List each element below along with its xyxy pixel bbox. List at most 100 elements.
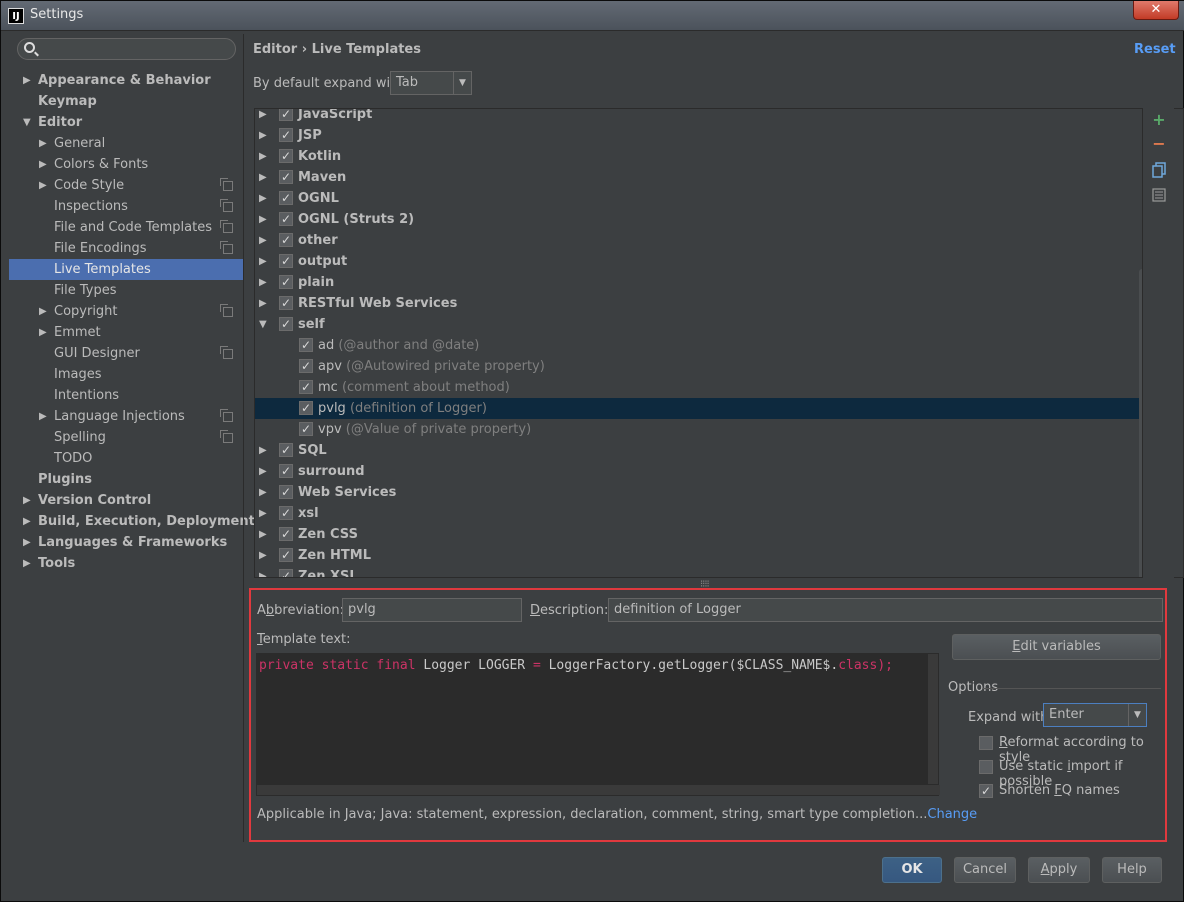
group-checkbox[interactable]: ✓ — [279, 128, 293, 142]
cancel-button[interactable]: Cancel — [954, 857, 1016, 883]
collapsed-arrow-icon[interactable]: ▶ — [259, 146, 267, 167]
close-window-button[interactable]: ✕ — [1133, 1, 1179, 20]
template-checkbox[interactable]: ✓ — [299, 380, 313, 394]
expanded-arrow-icon[interactable]: ▼ — [23, 112, 31, 133]
sidebar-item-gui-designer[interactable]: GUI Designer — [9, 343, 243, 364]
sidebar-item-copyright[interactable]: ▶ Copyright — [9, 301, 243, 322]
group-checkbox[interactable]: ✓ — [279, 233, 293, 247]
template-group[interactable]: ▶ ✓ xsl — [255, 503, 1141, 524]
template-group[interactable]: ▶ ✓ JSP — [255, 125, 1141, 146]
collapsed-arrow-icon[interactable]: ▶ — [259, 524, 267, 545]
template-group[interactable]: ▶ ✓ Maven — [255, 167, 1141, 188]
group-checkbox[interactable]: ✓ — [279, 317, 293, 331]
sidebar-item-appearance-behavior[interactable]: ▶ Appearance & Behavior — [9, 70, 243, 91]
edit-variables-button[interactable]: Edit variables — [952, 634, 1161, 660]
collapsed-arrow-icon[interactable]: ▶ — [259, 461, 267, 482]
collapsed-arrow-icon[interactable]: ▶ — [23, 532, 31, 553]
group-checkbox[interactable]: ✓ — [279, 170, 293, 184]
abbreviation-input[interactable]: pvlg — [342, 598, 522, 622]
shorten-fq-checkbox[interactable]: ✓ — [979, 784, 993, 798]
collapsed-arrow-icon[interactable]: ▶ — [259, 209, 267, 230]
template-group[interactable]: ▶ ✓ RESTful Web Services — [255, 293, 1141, 314]
sidebar-item-general[interactable]: ▶ General — [9, 133, 243, 154]
template-group[interactable]: ▶ ✓ SQL — [255, 440, 1141, 461]
template-group[interactable]: ▶ ✓ Zen HTML — [255, 545, 1141, 566]
group-checkbox[interactable]: ✓ — [279, 212, 293, 226]
sidebar-item-editor[interactable]: ▼ Editor — [9, 112, 243, 133]
help-button[interactable]: Help — [1102, 857, 1162, 883]
collapsed-arrow-icon[interactable]: ▶ — [23, 490, 31, 511]
group-checkbox[interactable]: ✓ — [279, 464, 293, 478]
collapsed-arrow-icon[interactable]: ▶ — [259, 440, 267, 461]
sidebar-item-emmet[interactable]: ▶ Emmet — [9, 322, 243, 343]
group-checkbox[interactable]: ✓ — [279, 254, 293, 268]
template-group[interactable]: ▶ ✓ JavaScript — [255, 109, 1141, 125]
editor-vertical-scrollbar[interactable] — [928, 654, 938, 784]
template-group[interactable]: ▶ ✓ Zen XSL — [255, 566, 1141, 577]
template-group[interactable]: ▶ ✓ Kotlin — [255, 146, 1141, 167]
template-item[interactable]: ✓ mc (comment about method) — [255, 377, 1141, 398]
group-checkbox[interactable]: ✓ — [279, 548, 293, 562]
template-checkbox[interactable]: ✓ — [299, 359, 313, 373]
collapsed-arrow-icon[interactable]: ▶ — [259, 167, 267, 188]
template-checkbox[interactable]: ✓ — [299, 338, 313, 352]
collapsed-arrow-icon[interactable]: ▶ — [39, 175, 47, 196]
template-text-editor[interactable]: private static final Logger LOGGER = Log… — [256, 653, 940, 796]
change-context-link[interactable]: Change — [927, 807, 977, 822]
sidebar-item-spelling[interactable]: Spelling — [9, 427, 243, 448]
add-icon[interactable]: + — [1151, 112, 1167, 128]
template-checkbox[interactable]: ✓ — [299, 422, 313, 436]
template-item[interactable]: ✓ pvlg (definition of Logger) — [255, 398, 1141, 419]
group-checkbox[interactable]: ✓ — [279, 109, 293, 121]
expanded-arrow-icon[interactable]: ▼ — [259, 314, 267, 335]
title-bar[interactable]: IJ Settings ✕ — [1, 1, 1184, 31]
template-item[interactable]: ✓ ad (@author and @date) — [255, 335, 1141, 356]
sidebar-item-language-injections[interactable]: ▶ Language Injections — [9, 406, 243, 427]
sidebar-item-build-execution-deployment[interactable]: ▶ Build, Execution, Deployment — [9, 511, 255, 532]
collapsed-arrow-icon[interactable]: ▶ — [259, 230, 267, 251]
apply-button[interactable]: Apply — [1028, 857, 1090, 883]
collapsed-arrow-icon[interactable]: ▶ — [39, 301, 47, 322]
collapsed-arrow-icon[interactable]: ▶ — [259, 293, 267, 314]
template-group[interactable]: ▶ ✓ surround — [255, 461, 1141, 482]
description-input[interactable]: definition of Logger — [608, 598, 1163, 622]
reformat-checkbox[interactable] — [979, 736, 993, 750]
template-checkbox[interactable]: ✓ — [299, 401, 313, 415]
group-checkbox[interactable]: ✓ — [279, 149, 293, 163]
restore-defaults-icon[interactable] — [1151, 188, 1167, 204]
template-group[interactable]: ▶ ✓ OGNL (Struts 2) — [255, 209, 1141, 230]
group-checkbox[interactable]: ✓ — [279, 443, 293, 457]
template-group[interactable]: ▶ ✓ OGNL — [255, 188, 1141, 209]
collapsed-arrow-icon[interactable]: ▶ — [259, 109, 267, 125]
sidebar-item-plugins[interactable]: Plugins — [9, 469, 243, 490]
collapsed-arrow-icon[interactable]: ▶ — [23, 511, 31, 532]
template-group[interactable]: ▶ ✓ plain — [255, 272, 1141, 293]
group-checkbox[interactable]: ✓ — [279, 569, 293, 577]
sidebar-item-intentions[interactable]: Intentions — [9, 385, 243, 406]
static-import-checkbox[interactable] — [979, 760, 993, 774]
collapsed-arrow-icon[interactable]: ▶ — [259, 272, 267, 293]
sidebar-item-inspections[interactable]: Inspections — [9, 196, 243, 217]
collapsed-arrow-icon[interactable]: ▶ — [23, 70, 31, 91]
ok-button[interactable]: OK — [882, 857, 942, 883]
expand-with-select[interactable]: Enter ▼ — [1043, 703, 1147, 727]
collapsed-arrow-icon[interactable]: ▶ — [259, 545, 267, 566]
template-group[interactable]: ▼ ✓ self — [255, 314, 1141, 335]
sidebar-item-live-templates[interactable]: Live Templates — [9, 259, 243, 280]
sidebar-item-file-encodings[interactable]: File Encodings — [9, 238, 243, 259]
sidebar-item-todo[interactable]: TODO — [9, 448, 243, 469]
collapsed-arrow-icon[interactable]: ▶ — [39, 154, 47, 175]
sidebar-item-keymap[interactable]: Keymap — [9, 91, 243, 112]
collapsed-arrow-icon[interactable]: ▶ — [259, 251, 267, 272]
template-item[interactable]: ✓ apv (@Autowired private property) — [255, 356, 1141, 377]
remove-icon[interactable]: − — [1151, 136, 1167, 152]
template-group[interactable]: ▶ ✓ Web Services — [255, 482, 1141, 503]
template-group[interactable]: ▶ ✓ Zen CSS — [255, 524, 1141, 545]
editor-horizontal-scrollbar[interactable] — [257, 785, 940, 795]
sidebar-item-languages-frameworks[interactable]: ▶ Languages & Frameworks — [9, 532, 243, 553]
template-group[interactable]: ▶ ✓ output — [255, 251, 1141, 272]
sidebar-item-tools[interactable]: ▶ Tools — [9, 553, 243, 574]
collapsed-arrow-icon[interactable]: ▶ — [39, 322, 47, 343]
group-checkbox[interactable]: ✓ — [279, 485, 293, 499]
template-item[interactable]: ✓ vpv (@Value of private property) — [255, 419, 1141, 440]
